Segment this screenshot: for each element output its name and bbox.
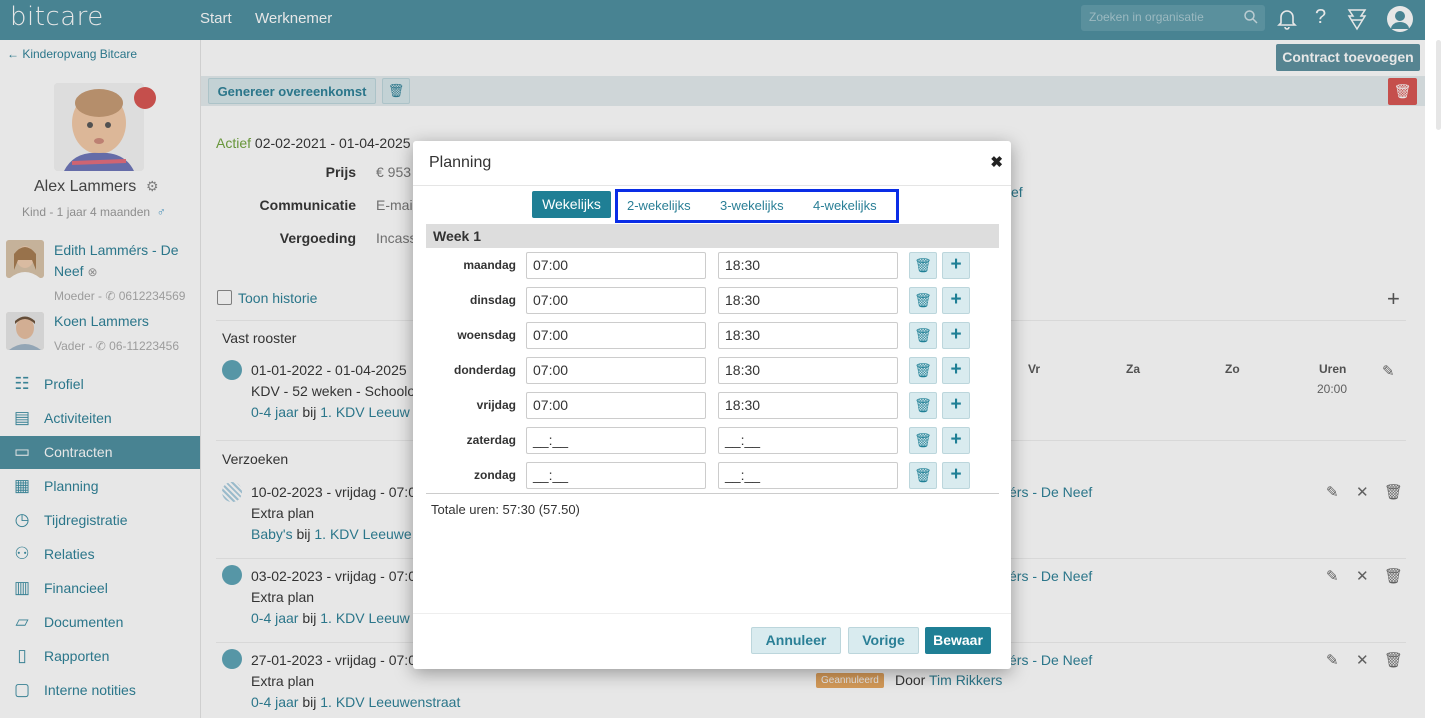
end-time-input[interactable]: __:__ bbox=[718, 462, 898, 489]
start-time-input[interactable]: 07:00 bbox=[526, 287, 706, 314]
day-label: zondag bbox=[474, 468, 516, 482]
start-time-input[interactable]: __:__ bbox=[526, 462, 706, 489]
trash-icon[interactable]: 🗑 bbox=[909, 427, 937, 454]
day-label: donderdag bbox=[454, 363, 516, 377]
plus-icon[interactable]: + bbox=[942, 392, 970, 419]
tab-2-wekelijks[interactable]: 2-wekelijks bbox=[627, 198, 691, 213]
end-time-input[interactable]: 18:30 bbox=[718, 322, 898, 349]
plus-icon[interactable]: + bbox=[942, 322, 970, 349]
cancel-button[interactable]: Annuleer bbox=[751, 627, 841, 654]
start-time-input[interactable]: 07:00 bbox=[526, 357, 706, 384]
end-time-input[interactable]: __:__ bbox=[718, 427, 898, 454]
divider bbox=[426, 493, 999, 494]
week-header: Week 1 bbox=[426, 224, 999, 248]
modal-header-divider bbox=[413, 185, 1011, 186]
modal-title: Planning bbox=[429, 154, 492, 171]
trash-icon[interactable]: 🗑 bbox=[909, 322, 937, 349]
start-time-input[interactable]: __:__ bbox=[526, 427, 706, 454]
tab-3-wekelijks[interactable]: 3-wekelijks bbox=[720, 198, 784, 213]
trash-icon[interactable]: 🗑 bbox=[909, 392, 937, 419]
start-time-input[interactable]: 07:00 bbox=[526, 252, 706, 279]
end-time-input[interactable]: 18:30 bbox=[718, 252, 898, 279]
tab-4-wekelijks[interactable]: 4-wekelijks bbox=[813, 198, 877, 213]
scrollbar-thumb[interactable] bbox=[1436, 40, 1441, 130]
planning-modal: Planning ✖ Wekelijks 2-wekelijks 3-wekel… bbox=[413, 141, 1011, 669]
end-time-input[interactable]: 18:30 bbox=[718, 287, 898, 314]
plus-icon[interactable]: + bbox=[942, 462, 970, 489]
modal-footer-divider bbox=[413, 613, 1011, 614]
close-icon[interactable]: ✖ bbox=[990, 153, 1003, 171]
total-hours: Totale uren: 57:30 (57.50) bbox=[431, 502, 580, 517]
plus-icon[interactable]: + bbox=[942, 427, 970, 454]
plus-icon[interactable]: + bbox=[942, 287, 970, 314]
plus-icon[interactable]: + bbox=[942, 252, 970, 279]
day-label: maandag bbox=[463, 258, 516, 272]
trash-icon[interactable]: 🗑 bbox=[909, 462, 937, 489]
day-label: zaterdag bbox=[466, 433, 516, 447]
tab-wekelijks[interactable]: Wekelijks bbox=[532, 191, 611, 218]
save-button[interactable]: Bewaar bbox=[925, 627, 991, 654]
trash-icon[interactable]: 🗑 bbox=[909, 357, 937, 384]
day-label: vrijdag bbox=[476, 398, 516, 412]
page-scrollbar[interactable] bbox=[1425, 0, 1448, 718]
end-time-input[interactable]: 18:30 bbox=[718, 392, 898, 419]
plus-icon[interactable]: + bbox=[942, 357, 970, 384]
day-label: dinsdag bbox=[469, 293, 516, 307]
end-time-input[interactable]: 18:30 bbox=[718, 357, 898, 384]
trash-icon[interactable]: 🗑 bbox=[909, 287, 937, 314]
previous-button[interactable]: Vorige bbox=[848, 627, 919, 654]
start-time-input[interactable]: 07:00 bbox=[526, 392, 706, 419]
day-label: woensdag bbox=[457, 328, 516, 342]
trash-icon[interactable]: 🗑 bbox=[909, 252, 937, 279]
start-time-input[interactable]: 07:00 bbox=[526, 322, 706, 349]
